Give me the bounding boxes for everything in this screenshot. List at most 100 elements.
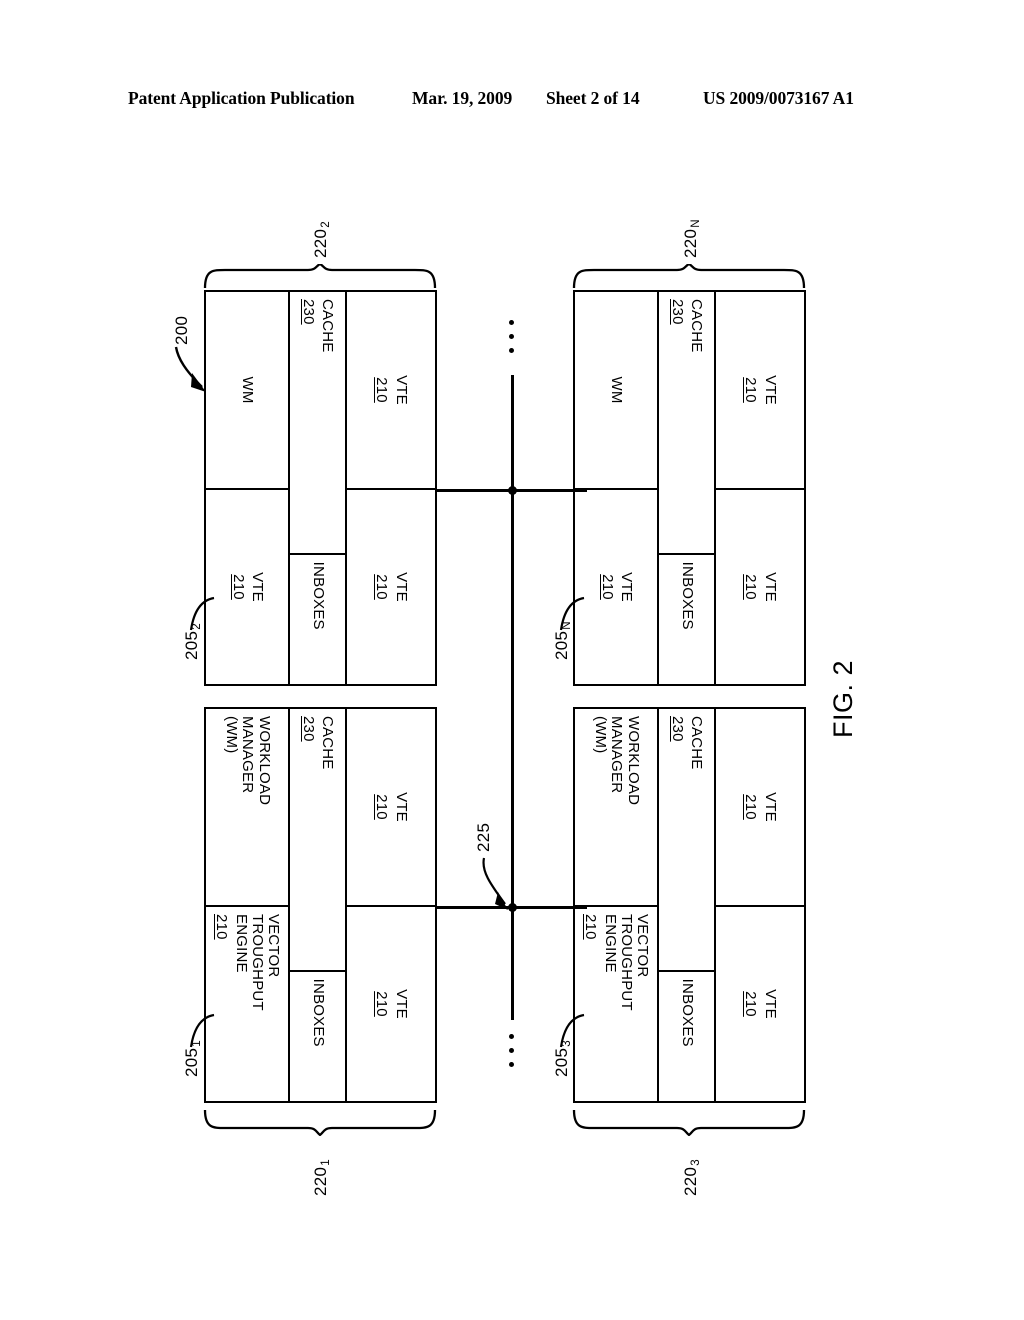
group-ref-number: 220	[311, 228, 330, 258]
figure-caption: FIG. 2	[828, 659, 858, 738]
group-ref-subscript: 2	[320, 221, 332, 228]
vte-ref-number: 210	[598, 574, 616, 600]
brace-220-1	[203, 1110, 437, 1136]
vte-label: VTE	[761, 989, 779, 1019]
vte-ref-number: 210	[213, 914, 231, 940]
cache-cell[interactable]: CACHE 230	[290, 292, 344, 553]
workload-manager-cell[interactable]: WM	[206, 292, 288, 488]
bus-ellipsis-bottom	[509, 1034, 514, 1067]
core-ref-number: 205	[552, 630, 571, 660]
vte-label: VECTOR TROUGHPUT ENGINE	[232, 914, 283, 1011]
vte-cell[interactable]: VTE 210	[716, 709, 804, 905]
core-ref-number: 205	[182, 1047, 201, 1077]
vte-cell[interactable]: VTE 210	[346, 905, 435, 1101]
cache-label: CACHE	[319, 299, 337, 353]
vte-label: VTE	[761, 792, 779, 822]
inboxes-label: INBOXES	[678, 978, 696, 1047]
workload-manager-label: WM	[608, 376, 626, 404]
vte-label: VTE	[392, 792, 410, 822]
cache-label: CACHE	[688, 716, 706, 770]
bus-ellipsis-top	[509, 320, 514, 353]
vte-ref-number: 210	[373, 794, 391, 820]
inboxes-label: INBOXES	[309, 561, 327, 630]
processor-block-205-1: VTE 210 VTE 210 CACHE 230 INBOXES WORKLO…	[204, 707, 437, 1103]
inboxes-cell[interactable]: INBOXES	[290, 969, 345, 1101]
vte-label: VTE	[392, 989, 410, 1019]
workload-manager-cell[interactable]: WORKLOAD MANAGER (WM)	[206, 709, 288, 905]
bus-junction-upper	[508, 486, 517, 495]
ref-bus-number: 225	[474, 822, 493, 852]
core-ref-number: 205	[182, 630, 201, 660]
inboxes-cell[interactable]: INBOXES	[659, 552, 714, 684]
group-ref-subscript: 3	[690, 1159, 702, 1166]
core-ref-number: 205	[552, 1047, 571, 1077]
vte-cell[interactable]: VTE 210	[346, 488, 435, 684]
cache-cell[interactable]: CACHE 230	[659, 292, 713, 553]
workload-manager-label: WM	[239, 376, 257, 404]
vte-ref-number: 210	[373, 377, 391, 403]
leader-line-205-N	[559, 596, 585, 631]
inboxes-cell[interactable]: INBOXES	[659, 969, 714, 1101]
inboxes-label: INBOXES	[309, 978, 327, 1047]
group-ref-number: 220	[681, 228, 700, 258]
workload-manager-label: WORKLOAD MANAGER (WM)	[223, 716, 273, 806]
ref-label-group-220-2: 2202	[311, 221, 332, 258]
vte-ref-number: 210	[742, 991, 760, 1017]
group-ref-subscript: 1	[320, 1159, 332, 1166]
group-ref-number: 220	[311, 1166, 330, 1196]
ref-label-group-220-N: 220N	[681, 219, 702, 258]
vte-cell[interactable]: VTE 210	[716, 292, 804, 488]
inboxes-cell[interactable]: INBOXES	[290, 552, 345, 684]
ref-label-group-220-1: 2201	[311, 1159, 332, 1196]
ref-system-number: 200	[172, 315, 191, 345]
vte-cell[interactable]: VTE 210	[715, 905, 804, 1101]
brace-220-3	[572, 1110, 806, 1136]
cache-label: CACHE	[319, 716, 337, 770]
vte-label: VTE	[392, 375, 410, 405]
cache-cell[interactable]: CACHE 230	[659, 709, 713, 970]
vte-cell[interactable]: VTE 210	[347, 292, 435, 488]
vte-label: VECTOR TROUGHPUT ENGINE	[601, 914, 652, 1011]
vte-ref-number: 210	[373, 991, 391, 1017]
cache-ref-number: 230	[300, 299, 318, 325]
processor-block-205-2: VTE 210 VTE 210 CACHE 230 INBOXES WM VTE…	[204, 290, 437, 686]
cache-label: CACHE	[688, 299, 706, 353]
vte-ref-number: 210	[742, 794, 760, 820]
vte-label: VTE	[761, 572, 779, 602]
vte-ref-number: 210	[229, 574, 247, 600]
patent-figure-2: 225 200 VTE 210 VTE 210 CACHE 230 INBOXE…	[0, 0, 1024, 1320]
leader-line-205-1	[189, 1013, 215, 1048]
ref-label-group-220-3: 2203	[681, 1159, 702, 1196]
vte-cell[interactable]: VTE 210	[715, 488, 804, 684]
vte-label: VTE	[392, 572, 410, 602]
ref-label-system-200: 200	[172, 316, 192, 345]
cache-ref-number: 230	[669, 716, 687, 742]
vte-label: VTE	[617, 572, 635, 602]
vte-cell[interactable]: VTE 210	[206, 488, 289, 684]
cache-ref-number: 230	[669, 299, 687, 325]
ref-label-bus-225: 225	[474, 823, 494, 852]
leader-line-225	[482, 857, 508, 910]
workload-manager-cell[interactable]: WORKLOAD MANAGER (WM)	[575, 709, 657, 905]
cache-cell[interactable]: CACHE 230	[290, 709, 344, 970]
vte-cell[interactable]: VECTOR TROUGHPUT ENGINE 210	[206, 905, 289, 1101]
vte-ref-number: 210	[373, 574, 391, 600]
leader-line-205-2	[189, 596, 215, 631]
workload-manager-label: WORKLOAD MANAGER (WM)	[592, 716, 642, 806]
vte-ref-number: 210	[742, 377, 760, 403]
brace-220-N	[572, 264, 806, 288]
group-ref-number: 220	[681, 1166, 700, 1196]
group-ref-subscript: N	[690, 219, 702, 228]
vte-ref-number: 210	[582, 914, 600, 940]
vte-cell[interactable]: VTE 210	[575, 488, 658, 684]
vte-label: VTE	[761, 375, 779, 405]
vte-cell[interactable]: VECTOR TROUGHPUT ENGINE 210	[575, 905, 658, 1101]
workload-manager-cell[interactable]: WM	[575, 292, 657, 488]
cache-ref-number: 230	[300, 716, 318, 742]
leader-line-205-3	[559, 1013, 585, 1048]
processor-block-205-3: VTE 210 VTE 210 CACHE 230 INBOXES WORKLO…	[573, 707, 806, 1103]
vte-ref-number: 210	[742, 574, 760, 600]
processor-block-205-N: VTE 210 VTE 210 CACHE 230 INBOXES WM VTE…	[573, 290, 806, 686]
vte-cell[interactable]: VTE 210	[347, 709, 435, 905]
system-bus-225	[511, 375, 514, 1020]
